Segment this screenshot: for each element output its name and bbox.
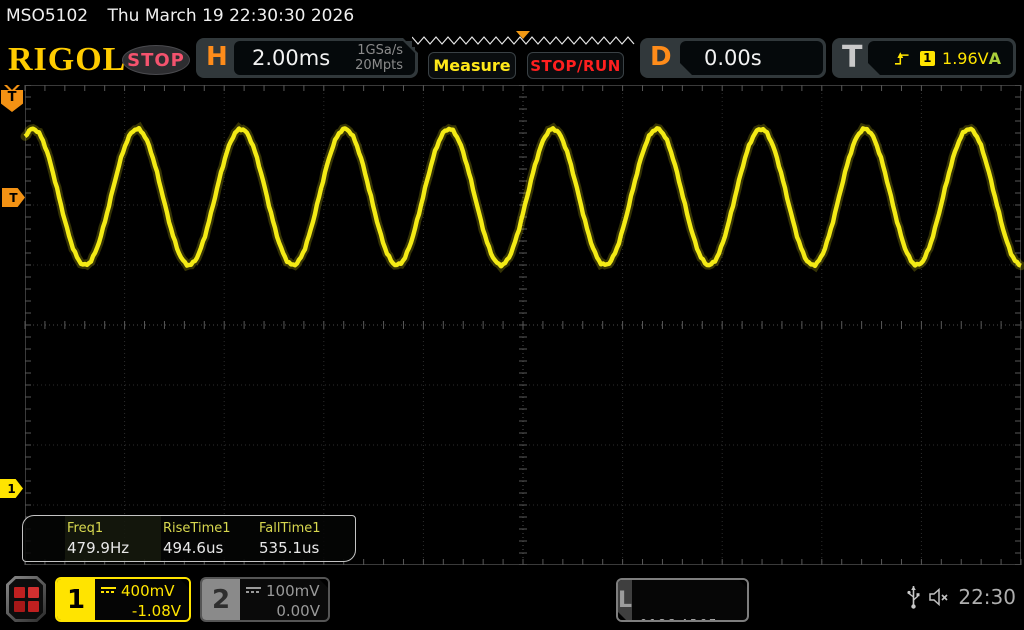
channel2-offset: 0.00V [246,602,320,620]
header-bar: RIGOL STOP H 2.00ms 1GSa/s 20Mpts Measur… [0,33,1024,83]
sample-rate: 1GSa/s [355,43,403,58]
waveform-display-area[interactable]: T T 1 Freq1 479.9Hz RiseTime1 494.6us Fa… [0,85,1024,565]
delay-widget[interactable]: D 0.00s [640,38,826,78]
channel1-widget[interactable]: 1 400mV -1.08V [55,577,191,622]
stop-run-button[interactable]: STOP/RUN [527,52,624,79]
trigger-source-badge: 1 [920,51,936,66]
sample-rate-block: 1GSa/s 20Mpts [355,43,403,73]
trigger-label: T [842,40,862,75]
status-bar: MSO5102 Thu March 19 22:30:30 2026 [6,6,354,26]
measurement-item[interactable]: Freq1 479.9Hz [65,516,161,561]
trigger-position-triangle-inner [7,85,17,90]
menu-grid-square [14,601,25,612]
logic-row1: 0 1 2 3 4 5 6 7 [640,616,749,622]
menu-grid-icon [9,579,43,619]
dc-coupling-icon [246,587,261,596]
measurement-label: Freq1 [67,521,161,536]
scope-graticule-and-trace [0,85,1024,565]
channel2-number: 2 [202,579,240,620]
measurement-value: 479.9Hz [67,539,161,557]
logic-channel-numbers: 0 1 2 3 4 5 6 7 8 9 10 11 12 13 14 15 [632,580,749,620]
oscilloscope-screen: MSO5102 Thu March 19 22:30:30 2026 RIGOL… [0,0,1024,630]
measure-button[interactable]: Measure [428,52,516,79]
measurement-item[interactable]: RiseTime1 494.6us [161,516,257,561]
horizontal-inner-panel: 2.00ms 1GSa/s 20Mpts [234,41,415,75]
menu-grid-square [28,601,39,612]
trigger-level-value: 1.96V [942,49,989,68]
waveform-preview-bar[interactable] [412,31,636,47]
memory-depth: 20Mpts [355,58,403,73]
measurement-item[interactable]: FallTime1 535.1us [257,516,353,561]
dc-coupling-icon [101,587,116,596]
delay-value: 0.00s [704,46,762,70]
clock-text: 22:30 [958,585,1016,609]
channel2-values: 100mV 0.00V [240,579,328,620]
logic-label: L [618,580,632,620]
channel1-offset: -1.08V [101,602,181,620]
channel1-number: 1 [57,579,95,620]
measurement-panel[interactable]: Freq1 479.9Hz RiseTime1 494.6us FallTime… [22,515,356,562]
menu-grid-square [28,587,39,598]
delay-inner-panel: 0.00s [680,41,823,75]
trigger-widget[interactable]: T 1 1.96V A [832,38,1016,78]
measurement-label: FallTime1 [259,521,353,536]
horizontal-widget[interactable]: H 2.00ms 1GSa/s 20Mpts [196,38,418,78]
main-menu-button[interactable] [6,576,46,622]
channel1-values: 400mV -1.08V [95,579,189,620]
measurement-label: RiseTime1 [163,521,257,536]
measurement-value: 535.1us [259,539,353,557]
menu-grid-square [14,587,25,598]
logic-channels-widget[interactable]: L 0 1 2 3 4 5 6 7 8 9 10 11 12 13 14 15 [616,578,749,622]
acquisition-state-badge: STOP [122,45,190,75]
delay-label: D [650,42,672,72]
datetime-text: Thu March 19 22:30:30 2026 [108,6,355,26]
measurement-value: 494.6us [163,539,257,557]
trigger-inner-panel: 1 1.96V A [868,41,1013,75]
channel2-widget[interactable]: 2 100mV 0.00V [200,577,330,622]
horizontal-label: H [206,42,228,72]
channel2-scale: 100mV [266,582,320,600]
rigol-logo: RIGOL [8,41,126,79]
system-tray: 22:30 [907,584,1016,610]
rising-edge-icon [894,51,910,66]
timebase-value: 2.00ms [252,46,330,70]
sound-muted-icon [928,587,950,607]
channel1-scale: 400mV [121,582,175,600]
usb-icon [907,584,920,610]
preview-trigger-position-icon[interactable] [516,31,530,39]
footer-bar: 1 400mV -1.08V 2 100mV 0.00V L 0 1 2 3 4… [0,570,1024,630]
model-name: MSO5102 [6,6,88,26]
sweep-mode-indicator: A [989,49,1001,68]
